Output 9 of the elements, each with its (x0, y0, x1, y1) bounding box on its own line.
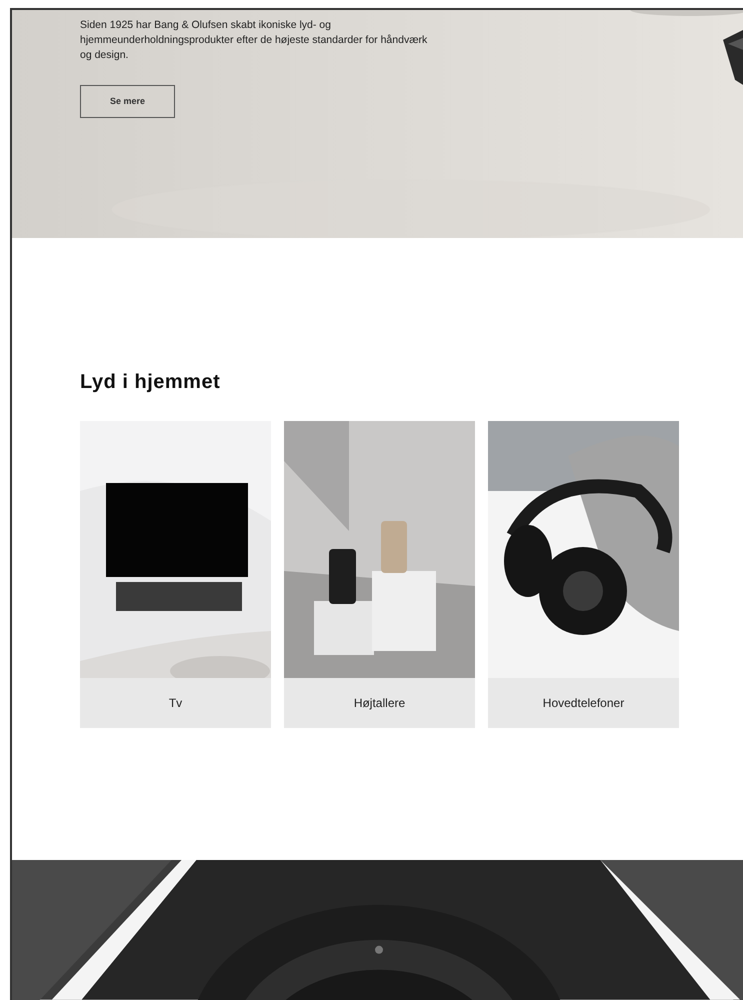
category-card[interactable]: Hovedtelefoner (488, 421, 679, 728)
see-more-button[interactable]: Se mere (80, 85, 175, 118)
category-card[interactable]: Tv (80, 421, 271, 728)
card-label: Højtallere (352, 695, 406, 712)
hero-text: Siden 1925 har Bang & Olufsen skabt ikoniske lyd- og hjemmeunderholdningsprodukter efter de højeste standarder for håndværk og design. (80, 18, 428, 63)
card-label: Tv (168, 695, 184, 712)
category-card[interactable]: Højtallere (284, 421, 475, 728)
section-title: Lyd i hjemmet (80, 370, 222, 394)
card-label: Hovedtelefoner (542, 695, 626, 712)
